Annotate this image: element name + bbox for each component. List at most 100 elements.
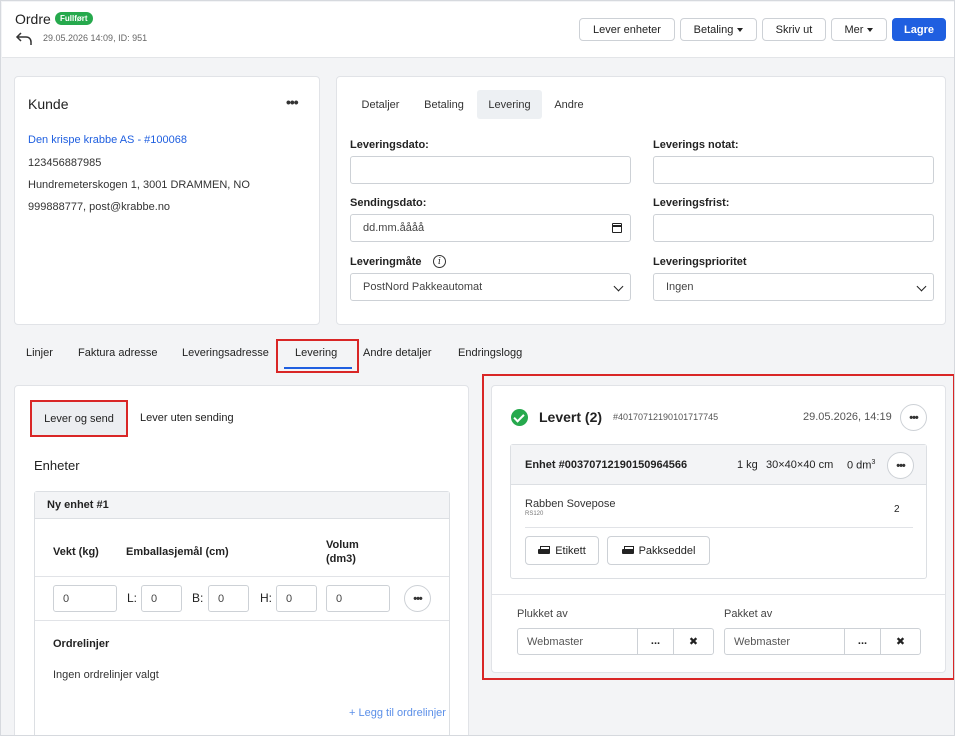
product-sku: RS120: [525, 511, 544, 517]
volume-header-line2: (dm3): [326, 553, 356, 565]
divider: [525, 527, 913, 528]
page-header: Ordre Fullført 29.05.2026 14:09, ID: 951…: [2, 2, 954, 58]
add-order-lines-link[interactable]: + Legg til ordrelinjer: [349, 707, 446, 719]
tab-andre[interactable]: Andre: [543, 90, 595, 119]
skriv-ut-label: Skriv ut: [775, 23, 813, 36]
leveringsfrist-input[interactable]: [653, 214, 934, 242]
leveringsprioritet-label: Leveringsprioritet: [653, 256, 747, 268]
tab-betaling[interactable]: Betaling: [412, 90, 476, 119]
calendar-icon[interactable]: [612, 223, 622, 233]
tab-andre-detaljer[interactable]: Andre detaljer: [363, 347, 432, 359]
tab-detaljer[interactable]: Detaljer: [350, 90, 411, 119]
sendingsdato-label: Sendingsdato:: [350, 197, 427, 209]
divider: [492, 594, 945, 595]
plukket-av-label: Plukket av: [517, 608, 568, 620]
pakket-av-label: Pakket av: [724, 608, 773, 620]
unit-dimensions: 30×40×40 cm: [766, 459, 834, 471]
etikett-button[interactable]: Etikett: [525, 536, 599, 565]
caret-down-icon: [737, 27, 744, 32]
customer-card-title: Kunde: [28, 96, 69, 112]
no-order-lines-text: Ingen ordrelinjer valgt: [53, 669, 159, 681]
order-meta: 29.05.2026 14:09, ID: 951: [43, 33, 148, 43]
status-badge: Fullført: [55, 12, 93, 25]
units-heading: Enheter: [34, 458, 80, 473]
width-input[interactable]: 0: [208, 585, 249, 612]
lever-og-send-tab[interactable]: Lever og send: [30, 400, 128, 437]
customer-address: Hundremeterskogen 1, 3001 DRAMMEN, NO: [28, 179, 250, 191]
tab-leveringsadresse[interactable]: Leveringsadresse: [182, 347, 269, 359]
pakkseddel-label: Pakkseddel: [638, 544, 696, 557]
customer-org-number: 123456887985: [28, 157, 102, 169]
product-quantity: 2: [894, 504, 900, 515]
plukket-av-value[interactable]: Webmaster: [518, 629, 637, 654]
leveringsprioritet-value: Ingen: [666, 281, 694, 293]
mer-label: Mer: [844, 23, 864, 36]
chevron-down-icon: [916, 281, 927, 292]
tab-linjer[interactable]: Linjer: [26, 347, 53, 359]
weight-input[interactable]: 0: [53, 585, 117, 612]
printer-icon: [538, 545, 551, 556]
new-unit-title: Ny enhet #1: [35, 492, 449, 519]
width-label: B:: [192, 591, 204, 605]
pakket-av-clear-icon[interactable]: ✖: [880, 629, 920, 654]
leveringsdato-input[interactable]: [350, 156, 631, 184]
back-arrow-icon[interactable]: [15, 31, 33, 47]
pakket-av-field[interactable]: Webmaster ... ✖: [724, 628, 921, 655]
pakket-av-browse-button[interactable]: ...: [844, 629, 880, 654]
more-options-icon[interactable]: •••: [286, 94, 299, 110]
tab-endringslogg[interactable]: Endringslogg: [458, 347, 522, 359]
pakkseddel-button[interactable]: Pakkseddel: [607, 536, 710, 565]
mer-dropdown-button[interactable]: Mer: [831, 18, 887, 41]
active-tab-underline: [284, 367, 352, 369]
skriv-ut-button[interactable]: Skriv ut: [762, 18, 826, 41]
unit-volume-exponent: 3: [871, 459, 876, 466]
unit-header: Enhet #00370712190150964566 1 kg 30×40×4…: [511, 445, 926, 485]
betaling-dropdown-button[interactable]: Betaling: [680, 18, 757, 41]
pakket-av-value[interactable]: Webmaster: [725, 629, 844, 654]
lever-enheter-button[interactable]: Lever enheter: [579, 18, 675, 41]
delivery-more-options-icon[interactable]: •••: [900, 404, 927, 431]
delivered-unit-card: Enhet #00370712190150964566 1 kg 30×40×4…: [510, 444, 927, 579]
sendingsdato-input[interactable]: dd.mm.åååå: [350, 214, 631, 242]
sendingsdato-placeholder: dd.mm.åååå: [363, 222, 425, 234]
unit-volume-value: 0 dm: [847, 459, 872, 472]
unit-more-options-icon[interactable]: •••: [404, 585, 431, 612]
length-input[interactable]: 0: [141, 585, 182, 612]
order-details-card: Detaljer Betaling Levering Andre Leverin…: [336, 76, 946, 325]
unit-more-icon[interactable]: •••: [887, 452, 914, 479]
leveringsmate-select[interactable]: PostNord Pakkeautomat: [350, 273, 631, 301]
lever-enheter-label: Lever enheter: [593, 23, 661, 36]
divider: [35, 620, 449, 621]
volume-input[interactable]: 0: [326, 585, 390, 612]
tab-faktura-adresse[interactable]: Faktura adresse: [78, 347, 157, 359]
etikett-label: Etikett: [555, 544, 586, 557]
plukket-av-field[interactable]: Webmaster ... ✖: [517, 628, 714, 655]
delivered-date: 29.05.2026, 14:19: [803, 411, 892, 423]
lagre-label: Lagre: [904, 23, 934, 36]
leveringsmate-label: Leveringmåte: [350, 256, 422, 268]
order-lines-heading: Ordrelinjer: [53, 638, 110, 650]
unit-weight: 1 kg: [737, 459, 758, 471]
betaling-label: Betaling: [693, 23, 734, 36]
customer-link[interactable]: Den krispe krabbe AS - #100068: [28, 134, 187, 146]
tab-levering-order[interactable]: Levering: [295, 347, 337, 359]
weight-header: Vekt (kg): [53, 546, 99, 558]
leveringsmate-value: PostNord Pakkeautomat: [363, 281, 483, 293]
info-icon[interactable]: i: [433, 255, 446, 268]
leveringsprioritet-select[interactable]: Ingen: [653, 273, 934, 301]
chevron-down-icon: [613, 281, 624, 292]
leverings-notat-input[interactable]: [653, 156, 934, 184]
leveringsdato-label: Leveringsdato:: [350, 139, 429, 151]
divider: [35, 576, 449, 577]
volume-header: Volum (dm3): [326, 538, 359, 566]
tab-levering[interactable]: Levering: [477, 90, 542, 119]
leverings-notat-label: Leverings notat:: [653, 139, 739, 151]
add-order-lines-label: Legg til ordrelinjer: [358, 707, 446, 719]
plukket-av-browse-button[interactable]: ...: [637, 629, 673, 654]
lagre-button[interactable]: Lagre: [892, 18, 946, 41]
height-input[interactable]: 0: [276, 585, 317, 612]
lever-uten-sending-tab[interactable]: Lever uten sending: [140, 412, 234, 424]
unit-title: Enhet #00370712190150964566: [525, 459, 688, 471]
plukket-av-clear-icon[interactable]: ✖: [673, 629, 713, 654]
unit-volume: 0 dm3: [847, 459, 875, 472]
